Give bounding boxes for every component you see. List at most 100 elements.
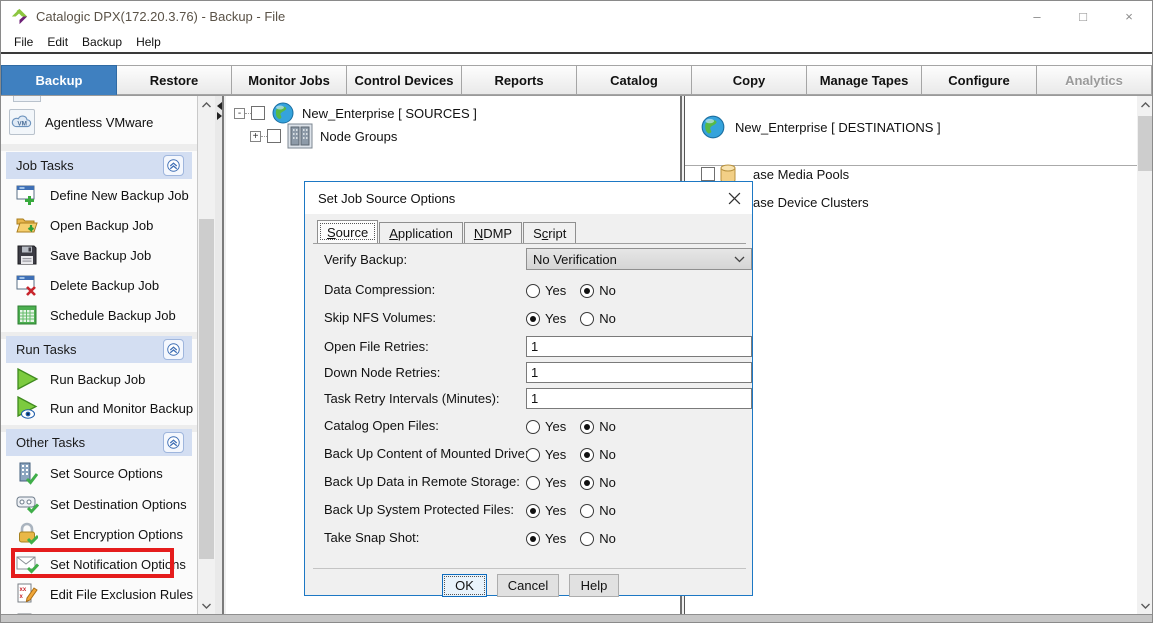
tree-checkbox[interactable] [251,106,265,120]
scroll-up-icon[interactable] [198,96,215,113]
scroll-thumb[interactable] [1138,116,1153,171]
expand-expander-icon[interactable]: + [250,131,261,142]
sidebar-item-define-new-backup-job[interactable]: Define New Backup Job [6,180,192,210]
sidebar-item-agentless-vmware[interactable]: VM Agentless VMware [1,107,187,137]
radio-no[interactable]: No [580,531,616,546]
scroll-up-icon[interactable] [1137,96,1153,113]
menu-file[interactable]: File [7,32,40,52]
tree-label[interactable]: Node Groups [320,129,397,144]
tree-label[interactable]: New_Enterprise [ DESTINATIONS ] [735,120,941,135]
radio-yes[interactable]: Yes [526,283,566,298]
menu-backup[interactable]: Backup [75,32,129,52]
sidebar-item-schedule-backup-job[interactable]: Schedule Backup Job [6,300,192,330]
tab-catalog[interactable]: Catalog [577,65,692,95]
tree-row-sources-root[interactable]: - New_Enterprise [ SOURCES ] [234,101,477,125]
tab-configure[interactable]: Configure [922,65,1037,95]
pane-splitter[interactable] [215,96,224,614]
schedule-backup-job-icon [14,302,40,328]
dialog-close-icon[interactable] [724,188,744,208]
menu-help[interactable]: Help [129,32,168,52]
tab-backup[interactable]: Backup [1,65,117,95]
sidebar-item-edit-file-exclusion-rules[interactable]: xx x Edit File Exclusion Rules [6,579,192,609]
collapse-section-icon[interactable] [163,339,184,360]
sidebar-item-label: Define New Backup Job [50,188,189,203]
window-bottom-edge [1,614,1153,623]
edit-file-exclusion-rules-icon: xx x [14,581,40,607]
minimize-button[interactable]: – [1014,1,1060,31]
dialog-tab-source[interactable]: Source [317,220,378,243]
sidebar-item-run-backup-job[interactable]: Run Backup Job [6,364,192,394]
cancel-button[interactable]: Cancel [497,574,559,597]
close-button[interactable]: × [1106,1,1152,31]
section-title: Run Tasks [16,342,76,357]
help-button[interactable]: Help [569,574,619,597]
open-file-retries-input[interactable] [526,336,752,357]
globe-icon [700,114,726,140]
tab-monitor-jobs[interactable]: Monitor Jobs [232,65,347,95]
tab-control-devices[interactable]: Control Devices [347,65,462,95]
scroll-down-icon[interactable] [1137,597,1153,614]
splitter-collapse-right-icon[interactable] [217,112,222,120]
radio-yes[interactable]: Yes [526,503,566,518]
tree-checkbox[interactable] [267,129,281,143]
tab-restore[interactable]: Restore [117,65,232,95]
tree-label[interactable]: ase Device Clusters [753,195,869,210]
dialog-tab-script[interactable]: Script [523,222,576,243]
tab-copy[interactable]: Copy [692,65,807,95]
sidebar-item-set-destination-options[interactable]: Set Destination Options [6,489,192,519]
run-and-monitor-backup-job-icon [14,395,40,421]
radio-yes[interactable]: Yes [526,419,566,434]
radio-yes[interactable]: Yes [526,447,566,462]
sidebar-item-label: Set Encryption Options [50,527,183,542]
radio-no[interactable]: No [580,311,616,326]
maximize-button[interactable]: □ [1060,1,1106,31]
field-label: Skip NFS Volumes: [324,310,436,325]
window-title: Catalogic DPX(172.20.3.76) - Backup - Fi… [36,9,285,24]
field-label: Task Retry Intervals (Minutes): [324,391,500,406]
dialog-tab-application[interactable]: Application [379,222,463,243]
sidebar-item-set-encryption-options[interactable]: Set Encryption Options [6,519,192,549]
tab-manage-tapes[interactable]: Manage Tapes [807,65,922,95]
sidebar-scrollbar[interactable] [198,96,215,614]
splitter-collapse-left-icon[interactable] [217,102,222,110]
scroll-down-icon[interactable] [198,597,215,614]
sidebar-item-set-source-options[interactable]: Set Source Options [6,458,192,488]
tree-checkbox[interactable] [701,167,715,181]
save-backup-job-icon [14,242,40,268]
collapse-section-icon[interactable] [163,432,184,453]
destinations-scrollbar[interactable] [1137,96,1153,614]
tree-label[interactable]: New_Enterprise [ SOURCES ] [302,106,477,121]
sidebar-item-label: Run Backup Job [50,372,145,387]
field-label: Back Up Data in Remote Storage: [324,474,520,489]
ok-button[interactable]: OK [442,574,487,597]
radio-yes[interactable]: Yes [526,311,566,326]
sidebar-item-save-backup-job[interactable]: Save Backup Job [6,240,192,270]
tab-reports[interactable]: Reports [462,65,577,95]
tab-analytics[interactable]: Analytics [1037,65,1152,95]
radio-no[interactable]: No [580,475,616,490]
scroll-thumb[interactable] [199,219,214,559]
collapse-section-icon[interactable] [163,155,184,176]
task-retry-intervals-input[interactable] [526,388,752,409]
sidebar-item-delete-backup-job[interactable]: Delete Backup Job [6,270,192,300]
sidebar-item-set-notification-options[interactable]: Set Notification Options [6,549,192,579]
set-source-options-icon [14,460,40,486]
radio-no[interactable]: No [580,419,616,434]
menu-edit[interactable]: Edit [40,32,75,52]
radio-yes[interactable]: Yes [526,531,566,546]
sidebar-item-open-backup-job[interactable]: Open Backup Job [6,210,192,240]
sidebar-item-run-and-monitor-backup-job[interactable]: Run and Monitor Backup Job [6,393,192,423]
tree-row-node-groups[interactable]: + Node Groups [250,123,397,149]
field-label: Catalog Open Files: [324,418,439,433]
set-encryption-options-icon [14,521,40,547]
verify-backup-select[interactable]: No Verification [526,248,752,270]
dialog-tab-ndmp[interactable]: NDMP [464,222,522,243]
collapse-expander-icon[interactable]: - [234,108,245,119]
radio-no[interactable]: No [580,503,616,518]
down-node-retries-input[interactable] [526,362,752,383]
radio-no[interactable]: No [580,283,616,298]
dialog-button-divider [313,568,746,569]
radio-no[interactable]: No [580,447,616,462]
radio-yes[interactable]: Yes [526,475,566,490]
tree-label[interactable]: ase Media Pools [753,167,849,182]
